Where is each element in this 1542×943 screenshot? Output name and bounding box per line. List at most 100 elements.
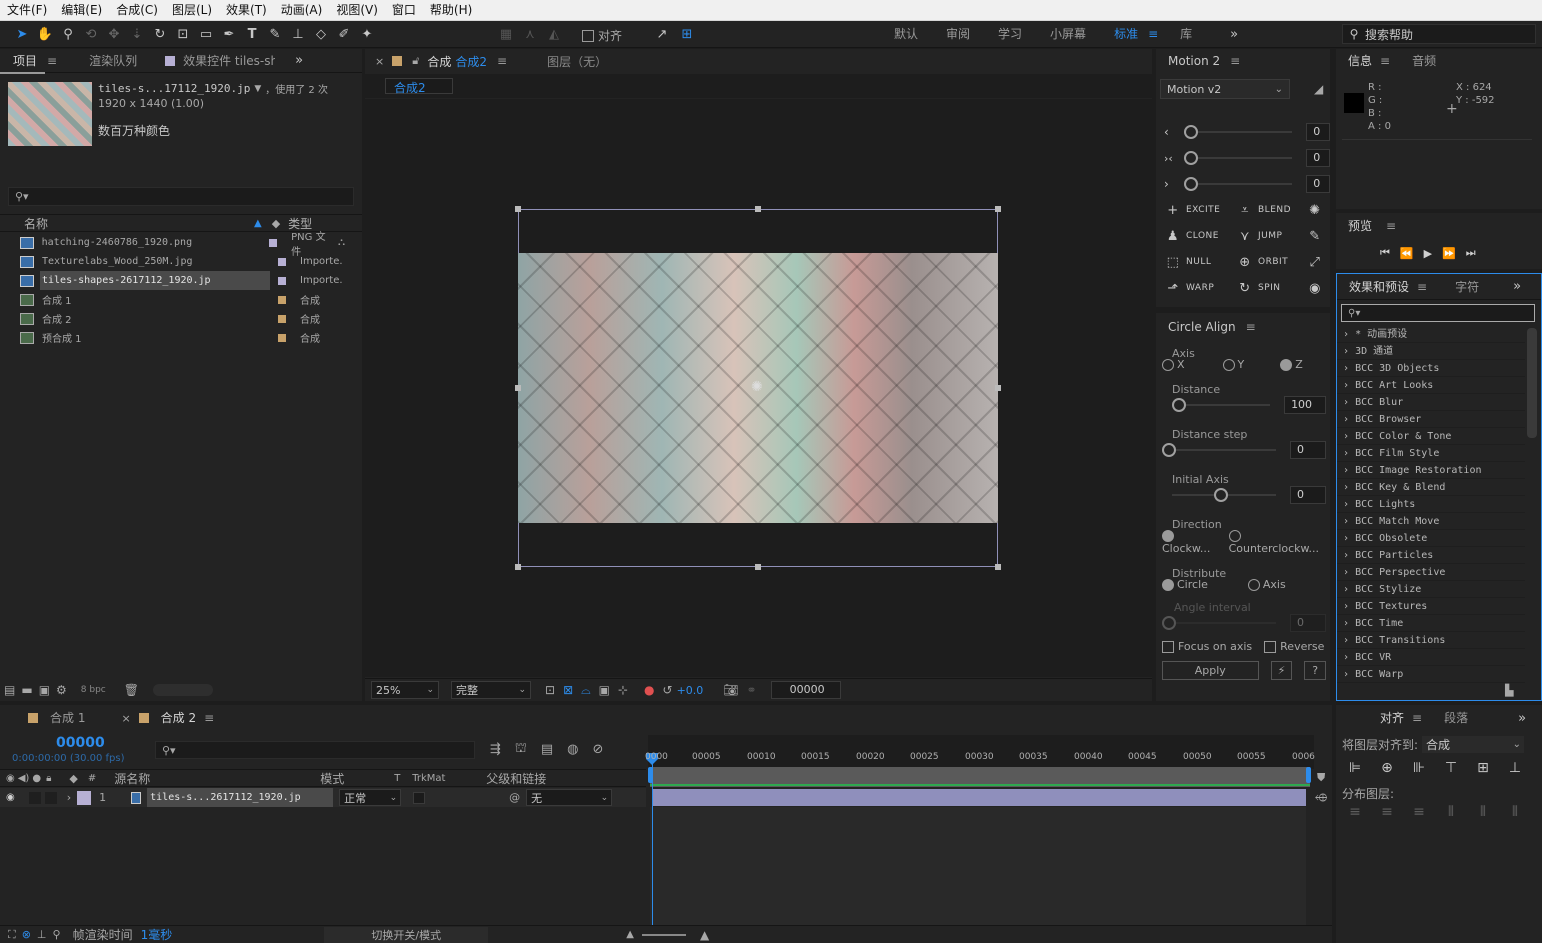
view-axis-icon[interactable]: ◭ [544, 24, 564, 44]
handle[interactable] [515, 206, 521, 212]
dolly-camera-icon[interactable]: ⇣ [127, 24, 147, 44]
comp-tab-label[interactable]: 合成 [427, 53, 451, 70]
layer-name[interactable]: tiles-s...2617112_1920.jp [147, 788, 334, 807]
label-column-icon[interactable]: ◆ [272, 217, 280, 230]
list-item[interactable]: › BCC 3D Objects [1337, 360, 1525, 377]
workspace-default[interactable]: 默认 [880, 21, 932, 47]
frame-blending-icon[interactable]: ▤ [541, 742, 553, 757]
handle[interactable] [755, 206, 761, 212]
list-item[interactable]: 合成 1 合成 [0, 290, 345, 309]
project-search-input[interactable]: ⚲▾ [8, 187, 354, 206]
align-hcenter-icon[interactable]: ⊕ [1378, 760, 1396, 778]
initial-axis-slider[interactable] [1172, 488, 1276, 502]
resolution-select[interactable]: 完整 ⌄ [451, 681, 531, 699]
ease-out-value[interactable]: 0 [1306, 175, 1330, 193]
column-name-header[interactable]: 名称 [24, 215, 254, 232]
workspace-menu-icon[interactable]: ≡ [1148, 27, 1158, 41]
snapping-toggle-icon[interactable]: ⊞ [677, 24, 697, 44]
lock-icon[interactable]: 🔒︎ [46, 773, 51, 784]
lightning-button[interactable]: ⚡ [1270, 661, 1293, 680]
exposure-reset-icon[interactable]: ↺ [663, 683, 673, 697]
align-bottom-icon[interactable]: ⊥ [1506, 760, 1524, 778]
list-item[interactable]: 预合成 1 合成 [0, 328, 345, 347]
layer-switch-icon[interactable]: ⬲ [1315, 791, 1327, 805]
apply-button[interactable]: Apply [1162, 661, 1259, 680]
trkmat-select[interactable] [413, 791, 426, 804]
pan-camera-icon[interactable]: ✥ [104, 24, 124, 44]
align-menu-icon[interactable]: ≡ [1412, 711, 1422, 725]
distribute-right-icon[interactable]: ⦀ [1506, 804, 1524, 822]
orbit-camera-icon[interactable]: ⟲ [81, 24, 101, 44]
initial-axis-value[interactable]: 0 [1290, 486, 1326, 504]
first-frame-icon[interactable]: ⏮ [1380, 246, 1390, 260]
comp-marker-icon[interactable]: ⛊ [1317, 771, 1325, 785]
distance-step-slider[interactable] [1162, 443, 1276, 457]
new-composition-icon[interactable]: ▣ [39, 683, 50, 697]
list-item[interactable]: tiles-shapes-2617112_1920.jp Importe. [0, 271, 345, 290]
transfer-icon[interactable]: ⊥ [37, 928, 47, 941]
source-name-header[interactable]: 源名称 [114, 770, 320, 787]
menu-layer[interactable]: 图层(L) [165, 0, 219, 21]
comp-switch-icon[interactable]: ⛶ [8, 928, 16, 942]
align-checkbox[interactable] [582, 29, 594, 42]
time-ruler[interactable] [648, 735, 1314, 769]
playhead[interactable] [652, 753, 653, 925]
label-icon[interactable]: ◆ [69, 772, 77, 785]
list-item[interactable]: › BCC Perspective [1337, 564, 1525, 581]
circle-align-menu-icon[interactable]: ≡ [1246, 320, 1256, 334]
menu-effect[interactable]: 效果(T) [219, 0, 274, 21]
new-preset-icon[interactable]: ▙ [1505, 684, 1513, 697]
world-axis-icon[interactable]: ⋏ [520, 24, 540, 44]
axis-z-option[interactable]: Z [1280, 358, 1303, 371]
close-icon[interactable]: × [375, 55, 384, 68]
type-tool-icon[interactable]: T [242, 24, 262, 44]
timeline-search-input[interactable]: ⚲▾ [155, 741, 475, 759]
workspace-standard[interactable]: 标准 [1100, 21, 1138, 47]
distribute-vcenter-icon[interactable]: ≡ [1378, 804, 1396, 822]
tab-align[interactable]: 对齐 [1336, 705, 1412, 731]
visibility-button[interactable]: ◉ [1306, 275, 1328, 301]
roto-brush-icon[interactable]: ✐ [334, 24, 354, 44]
panel-overflow-icon[interactable]: » [289, 51, 309, 71]
list-item[interactable]: › BCC Textures [1337, 598, 1525, 615]
ease-both-slider[interactable] [1183, 151, 1293, 165]
handle[interactable] [995, 564, 1001, 570]
expand-icon[interactable]: ⊗ [22, 928, 31, 941]
counterclockwise-option[interactable]: Counterclockw... [1228, 529, 1326, 555]
align-to-select[interactable]: 合成 ⌄ [1422, 736, 1525, 753]
effects-search-input[interactable]: ⚲▾ [1341, 304, 1535, 322]
project-menu-icon[interactable]: ≡ [47, 54, 57, 68]
axis-y-option[interactable]: Y [1222, 358, 1244, 371]
list-item[interactable]: › BCC Transitions [1337, 632, 1525, 649]
axis-x-option[interactable]: X [1162, 358, 1185, 371]
tab-project[interactable]: 项目 [0, 48, 46, 74]
eraser-tool-icon[interactable]: ◇ [311, 24, 331, 44]
parent-select[interactable]: 无 ⌄ [526, 789, 613, 806]
list-item[interactable]: › * 动画预设 [1337, 326, 1525, 343]
sort-asc-icon[interactable]: ▲ [254, 218, 262, 229]
comp-menu-icon[interactable]: ≡ [497, 54, 507, 68]
ease-in-slider[interactable] [1183, 125, 1293, 139]
motion-blur-icon[interactable]: ◍ [567, 742, 578, 757]
visibility-icon[interactable]: ◉ [6, 792, 15, 803]
project-settings-icon[interactable]: ⚙ [56, 683, 67, 697]
angle-interval-slider[interactable] [1162, 616, 1276, 630]
snap-icon[interactable]: ↗ [652, 24, 672, 44]
list-item[interactable]: › BCC Art Looks [1337, 377, 1525, 394]
workspace-learn[interactable]: 学习 [984, 21, 1036, 47]
toggle-switches-button[interactable]: 切换开关/模式 [324, 926, 489, 943]
workspace-library[interactable]: 库 [1172, 21, 1200, 47]
menu-edit[interactable]: 编辑(E) [54, 0, 109, 21]
handle[interactable] [515, 385, 521, 391]
clockwise-option[interactable]: Clockw... [1162, 529, 1221, 555]
anchor-point-icon[interactable]: ✺ [751, 379, 763, 395]
handle[interactable] [995, 206, 1001, 212]
prev-frame-icon[interactable]: ⏪ [1400, 247, 1414, 260]
solo-icon[interactable]: ● [32, 773, 41, 784]
distribute-top-icon[interactable]: ≡ [1346, 804, 1364, 822]
bpc-label[interactable]: 8 bpc [81, 685, 106, 695]
angle-interval-value[interactable]: 0 [1290, 614, 1326, 632]
tab-info[interactable]: 信息 [1336, 48, 1380, 74]
pen-tool-icon[interactable]: ✒ [219, 24, 239, 44]
comp-flowchart-icon[interactable]: ⇶ [490, 742, 501, 757]
